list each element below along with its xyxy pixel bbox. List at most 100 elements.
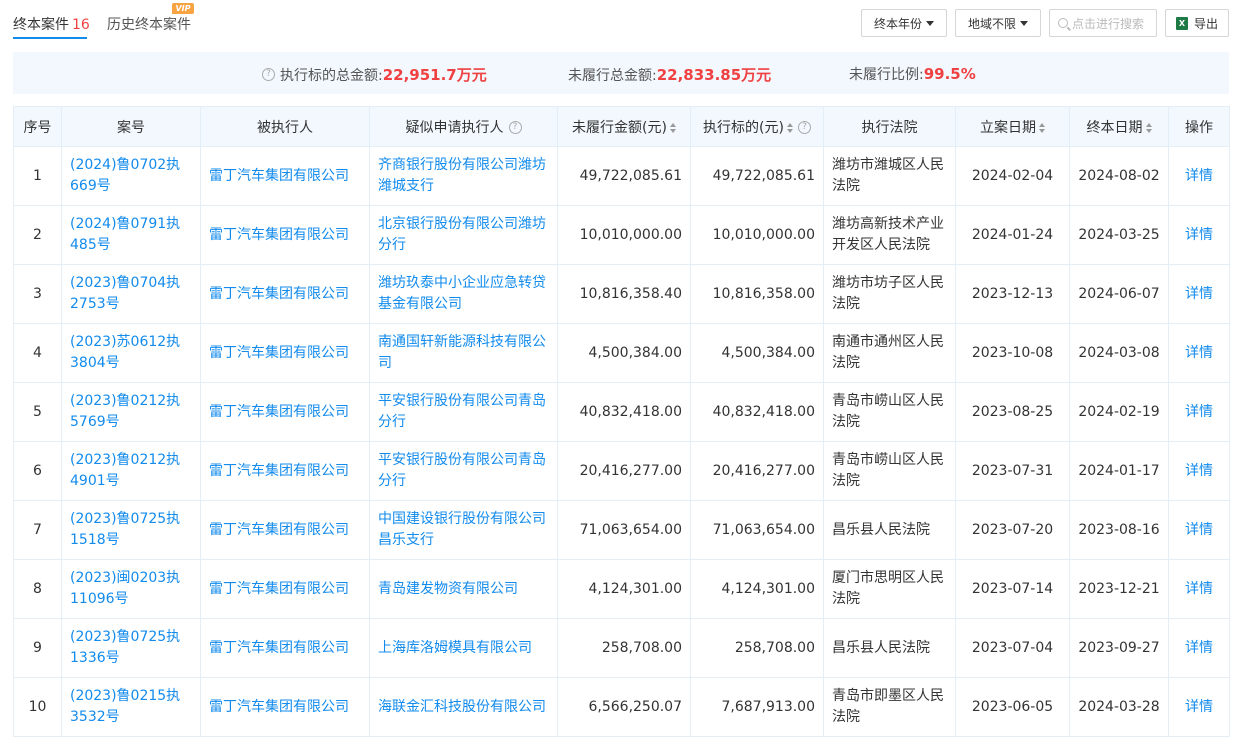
unpaid-amount: 20,416,277.00 — [557, 441, 691, 501]
table-row: 1 (2024)鲁0702执669号 雷丁汽车集团有限公司 齐商银行股份有限公司… — [13, 146, 1230, 206]
debtor-link[interactable]: 雷丁汽车集团有限公司 — [200, 618, 370, 678]
debtor-link[interactable]: 雷丁汽车集团有限公司 — [200, 205, 370, 265]
region-filter-dropdown[interactable]: 地域不限 — [955, 9, 1041, 37]
tab-final-cases-label: 终本案件 — [13, 17, 69, 33]
debtor-link[interactable]: 雷丁汽车集团有限公司 — [200, 264, 370, 324]
header-target-label: 执行标的(元) — [703, 119, 784, 136]
ended-date: 2024-03-08 — [1069, 323, 1169, 383]
table-row: 10 (2023)鲁0215执3532号 雷丁汽车集团有限公司 海联金汇科技股份… — [13, 677, 1230, 737]
table-row: 4 (2023)苏0612执3804号 雷丁汽车集团有限公司 南通国轩新能源科技… — [13, 323, 1230, 383]
debtor-link[interactable]: 雷丁汽车集团有限公司 — [200, 559, 370, 619]
summary-total: ? 执行标的总金额: 22,951.7万元 — [262, 64, 487, 85]
details-link[interactable]: 详情 — [1168, 500, 1230, 560]
search-input[interactable]: 点击进行搜索 — [1049, 9, 1157, 37]
debtor-link[interactable]: 雷丁汽车集团有限公司 — [200, 323, 370, 383]
ended-date: 2023-08-16 — [1069, 500, 1169, 560]
applicant-link[interactable]: 齐商银行股份有限公司潍坊潍城支行 — [369, 146, 558, 206]
header-action: 操作 — [1168, 106, 1230, 147]
header-unpaid[interactable]: 未履行金额(元) — [557, 106, 691, 147]
applicant-link[interactable]: 平安银行股份有限公司青岛分行 — [369, 382, 558, 442]
case-number-link[interactable]: (2023)鲁0212执4901号 — [61, 441, 201, 501]
details-link[interactable]: 详情 — [1168, 441, 1230, 501]
court-name: 南通市通州区人民法院 — [823, 323, 956, 383]
year-filter-dropdown[interactable]: 终本年份 — [861, 9, 947, 37]
summary-unpaid-value: 22,833.85万元 — [656, 66, 772, 84]
applicant-link[interactable]: 北京银行股份有限公司潍坊分行 — [369, 205, 558, 265]
ended-date: 2024-06-07 — [1069, 264, 1169, 324]
court-name: 潍坊高新技术产业开发区人民法院 — [823, 205, 956, 265]
court-name: 潍坊市坊子区人民法院 — [823, 264, 956, 324]
search-icon — [1058, 18, 1068, 28]
table-row: 5 (2023)鲁0212执5769号 雷丁汽车集团有限公司 平安银行股份有限公… — [13, 382, 1230, 442]
help-icon[interactable]: ? — [262, 68, 275, 81]
applicant-link[interactable]: 南通国轩新能源科技有限公司 — [369, 323, 558, 383]
header-unpaid-label: 未履行金额(元) — [572, 119, 667, 136]
case-number-link[interactable]: (2023)鲁0725执1518号 — [61, 500, 201, 560]
applicant-link[interactable]: 中国建设银行股份有限公司昌乐支行 — [369, 500, 558, 560]
sort-icon[interactable] — [1145, 122, 1152, 133]
help-icon[interactable]: ? — [508, 121, 522, 134]
details-link[interactable]: 详情 — [1168, 146, 1230, 206]
applicant-link[interactable]: 上海库洛姆模具有限公司 — [369, 618, 558, 678]
tab-history-final-cases[interactable]: 历史终本案件 — [107, 14, 191, 34]
sort-icon[interactable] — [786, 122, 793, 133]
applicant-link[interactable]: 海联金汇科技股份有限公司 — [369, 677, 558, 737]
debtor-link[interactable]: 雷丁汽车集团有限公司 — [200, 500, 370, 560]
ended-date: 2023-09-27 — [1069, 618, 1169, 678]
case-number-link[interactable]: (2023)苏0612执3804号 — [61, 323, 201, 383]
help-icon[interactable]: ? — [797, 121, 811, 134]
court-name: 青岛市崂山区人民法院 — [823, 441, 956, 501]
filed-date: 2023-08-25 — [955, 382, 1070, 442]
debtor-link[interactable]: 雷丁汽车集团有限公司 — [200, 382, 370, 442]
row-index: 7 — [13, 500, 62, 560]
case-number-link[interactable]: (2023)闽0203执11096号 — [61, 559, 201, 619]
ended-date: 2024-03-25 — [1069, 205, 1169, 265]
active-tab-underline — [13, 37, 87, 39]
case-number-link[interactable]: (2023)鲁0704执2753号 — [61, 264, 201, 324]
header-target[interactable]: 执行标的(元)? — [690, 106, 824, 147]
unpaid-amount: 4,124,301.00 — [557, 559, 691, 619]
excel-icon: X — [1175, 16, 1188, 30]
applicant-link[interactable]: 潍坊玖泰中小企业应急转贷基金有限公司 — [369, 264, 558, 324]
details-link[interactable]: 详情 — [1168, 205, 1230, 265]
court-name: 厦门市思明区人民法院 — [823, 559, 956, 619]
details-link[interactable]: 详情 — [1168, 323, 1230, 383]
case-number-link[interactable]: (2024)鲁0791执485号 — [61, 205, 201, 265]
header-filed-date[interactable]: 立案日期 — [955, 106, 1070, 147]
debtor-link[interactable]: 雷丁汽车集团有限公司 — [200, 441, 370, 501]
ended-date: 2024-08-02 — [1069, 146, 1169, 206]
applicant-link[interactable]: 青岛建发物资有限公司 — [369, 559, 558, 619]
court-name: 潍坊市潍城区人民法院 — [823, 146, 956, 206]
details-link[interactable]: 详情 — [1168, 559, 1230, 619]
tab-final-cases[interactable]: 终本案件 16 — [13, 14, 90, 34]
export-button[interactable]: X 导出 — [1165, 9, 1229, 37]
details-link[interactable]: 详情 — [1168, 677, 1230, 737]
sort-icon[interactable] — [669, 122, 676, 133]
sort-icon[interactable] — [1039, 122, 1045, 133]
summary-bar: ? 执行标的总金额: 22,951.7万元 未履行总金额: 22,833.85万… — [13, 52, 1229, 94]
header-index: 序号 — [13, 106, 62, 147]
filed-date: 2023-07-31 — [955, 441, 1070, 501]
case-number-link[interactable]: (2023)鲁0725执1336号 — [61, 618, 201, 678]
debtor-link[interactable]: 雷丁汽车集团有限公司 — [200, 677, 370, 737]
header-ended-date[interactable]: 终本日期 — [1069, 106, 1169, 147]
target-amount: 40,832,418.00 — [690, 382, 824, 442]
table-row: 6 (2023)鲁0212执4901号 雷丁汽车集团有限公司 平安银行股份有限公… — [13, 441, 1230, 501]
applicant-link[interactable]: 平安银行股份有限公司青岛分行 — [369, 441, 558, 501]
court-name: 青岛市崂山区人民法院 — [823, 382, 956, 442]
filed-date: 2023-07-04 — [955, 618, 1070, 678]
filed-date: 2023-06-05 — [955, 677, 1070, 737]
case-number-link[interactable]: (2023)鲁0212执5769号 — [61, 382, 201, 442]
final-cases-table: 序号 案号 被执行人 疑似申请执行人? 未履行金额(元) 执行标的(元)? 执行… — [13, 106, 1230, 737]
case-number-link[interactable]: (2024)鲁0702执669号 — [61, 146, 201, 206]
details-link[interactable]: 详情 — [1168, 618, 1230, 678]
details-link[interactable]: 详情 — [1168, 264, 1230, 324]
details-link[interactable]: 详情 — [1168, 382, 1230, 442]
filed-date: 2023-12-13 — [955, 264, 1070, 324]
case-number-link[interactable]: (2023)鲁0215执3532号 — [61, 677, 201, 737]
header-ended-label: 终本日期 — [1086, 119, 1143, 136]
row-index: 2 — [13, 205, 62, 265]
summary-ratio-value: 99.5% — [923, 65, 976, 83]
table-row: 2 (2024)鲁0791执485号 雷丁汽车集团有限公司 北京银行股份有限公司… — [13, 205, 1230, 265]
debtor-link[interactable]: 雷丁汽车集团有限公司 — [200, 146, 370, 206]
